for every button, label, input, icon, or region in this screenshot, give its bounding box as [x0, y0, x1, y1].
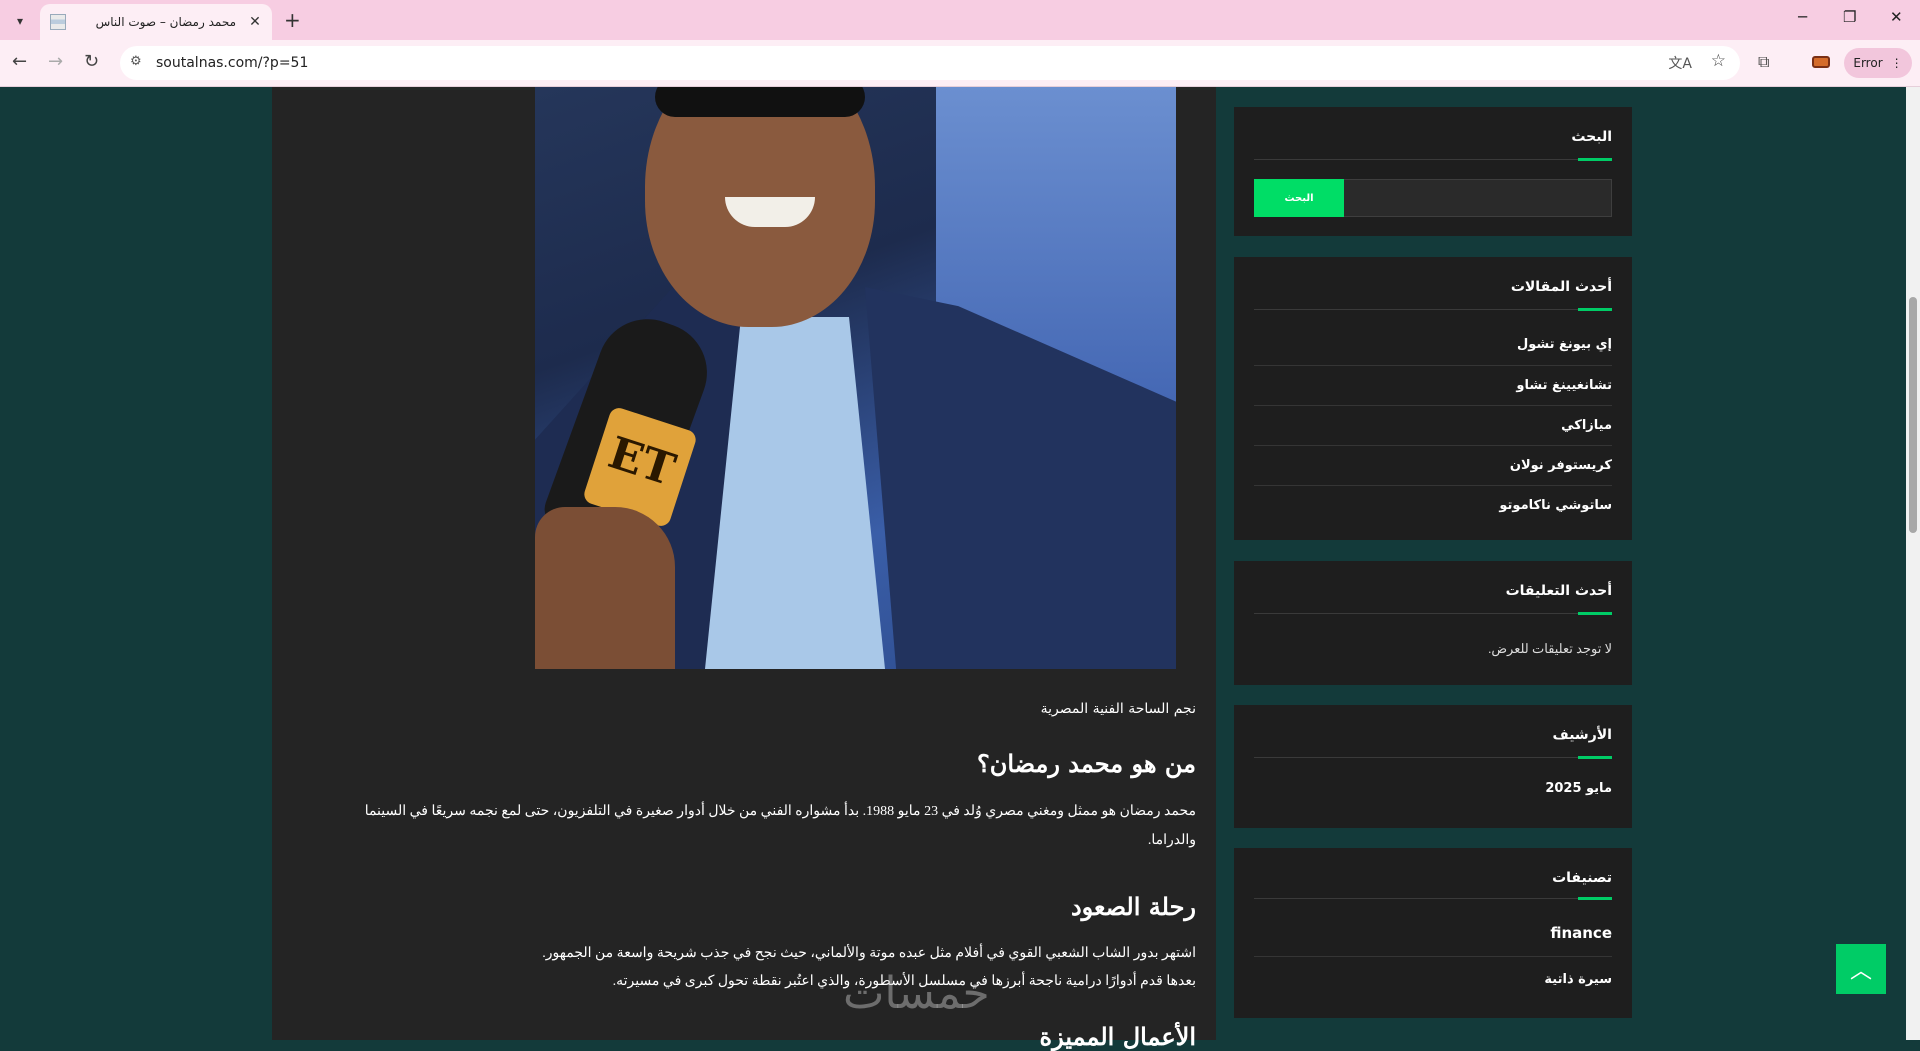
- restore-button[interactable]: ❐: [1843, 8, 1856, 26]
- scrollbar-thumb[interactable]: [1909, 297, 1917, 533]
- recent-posts-widget: أحدث المقالات إي بيونغ تشول تشانغيينغ تش…: [1234, 257, 1632, 540]
- title-accent: [1578, 612, 1612, 615]
- article-photo: ET: [535, 87, 1176, 669]
- categories-title: تصنيفات: [1552, 870, 1612, 886]
- page-scrollbar[interactable]: [1906, 87, 1920, 1040]
- divider: [1254, 757, 1612, 758]
- divider: [1254, 159, 1612, 160]
- profile-flag-icon[interactable]: [1812, 56, 1830, 68]
- archives-title: الأرشيف: [1552, 727, 1612, 743]
- favicon-icon: [50, 14, 66, 30]
- recent-post-link[interactable]: ميازاكي: [1254, 405, 1612, 446]
- recent-post-link[interactable]: تشانغيينغ تشاو: [1254, 365, 1612, 406]
- section-heading-works: الأعمال المميزة: [1039, 1022, 1196, 1051]
- recent-post-link[interactable]: ساتوشي ناكاموتو: [1254, 485, 1612, 526]
- forward-arrow-icon[interactable]: →: [48, 51, 63, 72]
- tab-search-chevron-icon[interactable]: ▾: [8, 10, 32, 32]
- window-close-button[interactable]: ✕: [1890, 8, 1903, 26]
- recent-comments-widget: أحدث التعليقات لا توجد تعليقات للعرض.: [1234, 561, 1632, 685]
- divider: [1254, 309, 1612, 310]
- title-accent: [1578, 897, 1612, 900]
- menu-kebab-icon[interactable]: ⋮: [1891, 56, 1903, 70]
- recent-post-link[interactable]: إي بيونغ تشول: [1254, 325, 1612, 365]
- watermark-text: خمسات: [843, 968, 990, 1019]
- browser-tab-active[interactable]: محمد رمضان – صوت الناس ✕: [40, 4, 272, 40]
- search-button[interactable]: البحث: [1254, 179, 1344, 217]
- error-label: Error: [1853, 56, 1883, 70]
- no-comments-text: لا توجد تعليقات للعرض.: [1488, 641, 1612, 656]
- back-arrow-icon[interactable]: ←: [12, 51, 27, 72]
- article-column: ET نجم الساحة الفنية المصرية من هو محمد …: [272, 87, 1216, 1051]
- image-caption: نجم الساحة الفنية المصرية: [1040, 701, 1196, 717]
- search-widget: البحث البحث: [1234, 107, 1632, 236]
- search-widget-title: البحث: [1571, 129, 1612, 145]
- address-bar[interactable]: ⚙ soutalnas.com/?p=51 文A ☆: [120, 46, 1740, 80]
- recent-posts-title: أحدث المقالات: [1510, 279, 1612, 295]
- bookmark-star-icon[interactable]: ☆: [1711, 51, 1726, 71]
- category-link[interactable]: finance: [1254, 910, 1612, 956]
- tab-title: محمد رمضان – صوت الناس: [95, 15, 236, 29]
- translate-icon[interactable]: 文A: [1668, 53, 1692, 73]
- archives-widget: الأرشيف مايو 2025: [1234, 705, 1632, 828]
- category-link[interactable]: سيرة ذاتية: [1254, 956, 1612, 1003]
- section-heading-rise: رحلة الصعود: [1070, 892, 1196, 921]
- section-paragraph-rise-1: اشتهر بدور الشاب الشعبي القوي في أفلام م…: [542, 946, 1196, 961]
- section-paragraph-rise-2: بعدها قدم أدوارًا درامية ناجحة أبرزها في…: [612, 974, 1196, 989]
- back-to-top-button[interactable]: ︿: [1836, 944, 1886, 994]
- site-settings-icon[interactable]: ⚙: [130, 54, 142, 69]
- archive-link[interactable]: مايو 2025: [1254, 769, 1612, 809]
- photo-hand: [535, 507, 675, 669]
- chevron-up-icon: ︿: [1849, 959, 1872, 984]
- photo-sunglasses: [655, 87, 865, 117]
- divider: [1254, 898, 1612, 899]
- recent-comments-title: أحدث التعليقات: [1505, 583, 1612, 599]
- url-text[interactable]: soutalnas.com/?p=51: [156, 55, 308, 71]
- section-paragraph-who: محمد رمضان هو ممثل ومغني مصري وُلد في 23…: [364, 804, 1196, 848]
- tab-close-icon[interactable]: ✕: [246, 14, 264, 30]
- extensions-puzzle-icon[interactable]: ⧉: [1758, 52, 1769, 72]
- title-accent: [1578, 756, 1612, 759]
- recent-post-link[interactable]: كريستوفر نولان: [1254, 445, 1612, 486]
- title-accent: [1578, 308, 1612, 311]
- categories-widget: تصنيفات finance سيرة ذاتية: [1234, 848, 1632, 1018]
- minimize-button[interactable]: ─: [1798, 8, 1807, 26]
- reload-icon[interactable]: ↻: [84, 51, 99, 72]
- browser-toolbar: ← → ↻ ⚙ soutalnas.com/?p=51 文A ☆ ⧉ Error…: [0, 40, 1920, 87]
- title-accent: [1578, 158, 1612, 161]
- divider: [1254, 613, 1612, 614]
- section-heading-who: من هو محمد رمضان؟: [977, 749, 1196, 778]
- profile-error-chip[interactable]: Error ⋮: [1844, 48, 1912, 78]
- new-tab-button[interactable]: +: [284, 8, 301, 32]
- browser-tab-strip: ▾ محمد رمضان – صوت الناس ✕ + ─ ❐ ✕: [0, 0, 1920, 40]
